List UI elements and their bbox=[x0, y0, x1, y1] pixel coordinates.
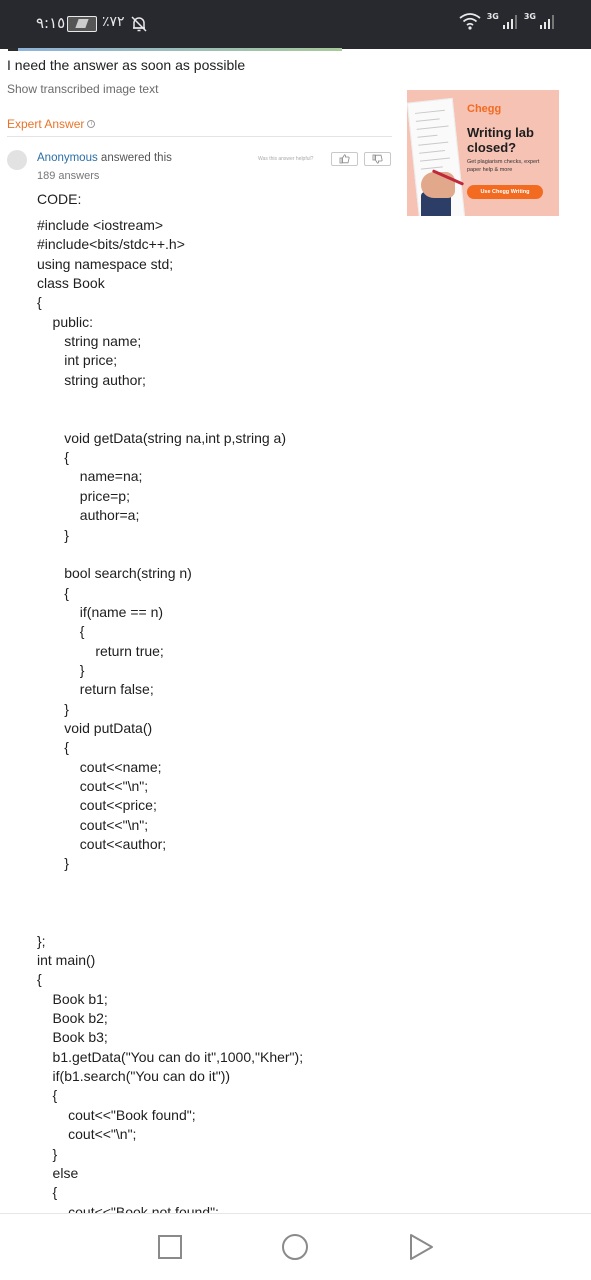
network-type-1: 3G bbox=[486, 12, 499, 21]
code-line: cout<<"Book not found"; bbox=[37, 1203, 219, 1213]
thumbs-up-button[interactable] bbox=[331, 152, 358, 166]
code-line: { bbox=[37, 739, 69, 756]
code-line: } bbox=[37, 661, 85, 678]
info-icon[interactable]: i bbox=[87, 120, 96, 128]
code-line: cout<<"\n"; bbox=[37, 816, 149, 833]
code-line: public: bbox=[37, 313, 94, 330]
code-line: Book b2; bbox=[37, 1010, 108, 1027]
ad-subtext: Get plagiarism checks, expert paper help… bbox=[467, 159, 540, 173]
code-line: }; bbox=[37, 932, 46, 949]
helpful-prompt: Was this answer helpful? bbox=[258, 156, 314, 162]
expert-answer-label: Expert Answer bbox=[7, 117, 85, 131]
code-line: { bbox=[37, 1184, 58, 1201]
code-line: name=na; bbox=[37, 468, 143, 485]
home-icon[interactable] bbox=[280, 1232, 310, 1262]
code-line: cout<<name; bbox=[37, 758, 162, 775]
battery-percent: ٪٧٢ bbox=[102, 14, 125, 30]
code-line: } bbox=[37, 855, 69, 872]
answerer-name[interactable]: Anonymous bbox=[37, 152, 98, 164]
chegg-logo: Chegg bbox=[467, 103, 502, 115]
code-line: { bbox=[37, 623, 85, 640]
code-line: void putData() bbox=[37, 719, 153, 736]
status-bar: ٩:١٥ ٪٧٢ 3G 3G bbox=[0, 0, 591, 49]
code-line: return true; bbox=[37, 642, 164, 659]
code-line: { bbox=[37, 294, 42, 311]
code-line: cout<<author; bbox=[37, 836, 167, 852]
code-line: } bbox=[37, 526, 69, 543]
code-line: Book b1; bbox=[37, 990, 108, 1007]
code-lines: #include <iostream> #include<bits/stdc++.… bbox=[37, 216, 397, 1213]
code-line: { bbox=[37, 1087, 58, 1104]
code-line: author=a; bbox=[37, 507, 140, 524]
ad-cta-button[interactable]: Use Chegg Writing bbox=[467, 185, 543, 199]
code-line: } bbox=[37, 700, 69, 717]
code-line: void getData(string na,int p,string a) bbox=[37, 429, 287, 446]
code-line: } bbox=[37, 1145, 58, 1162]
code-line: int price; bbox=[37, 352, 118, 369]
ad-headline: Writing lab closed? bbox=[467, 125, 534, 155]
code-line: return false; bbox=[37, 681, 154, 698]
answer-code: CODE: #include <iostream> #include<bits/s… bbox=[37, 190, 397, 1213]
chegg-ad[interactable]: Chegg Writing lab closed? Get plagiarism… bbox=[407, 90, 559, 216]
status-right-icons: 3G 3G bbox=[459, 12, 555, 30]
sim-card-icon bbox=[67, 16, 97, 32]
signal-strength-icon bbox=[502, 15, 517, 29]
code-line: class Book bbox=[37, 275, 105, 292]
code-line: string name; bbox=[37, 333, 142, 350]
code-line: Book b3; bbox=[37, 1029, 108, 1046]
expert-answer-heading: Expert Answer i bbox=[7, 117, 96, 131]
thumbs-down-icon bbox=[372, 154, 383, 164]
code-line: cout<<"\n"; bbox=[37, 777, 149, 794]
code-line: using namespace std; bbox=[37, 255, 174, 272]
code-line: cout<<"\n"; bbox=[37, 1126, 137, 1143]
signal-strength-icon-2 bbox=[540, 15, 554, 29]
code-line: bool search(string n) bbox=[37, 565, 192, 582]
code-line: int main() bbox=[37, 952, 96, 969]
code-title: CODE: bbox=[37, 191, 82, 207]
image-strip bbox=[8, 48, 342, 51]
thumbs-down-button[interactable] bbox=[364, 152, 391, 166]
code-line: { bbox=[37, 971, 42, 988]
code-line: if(name == n) bbox=[37, 603, 164, 620]
answerer-info: Anonymous answered this bbox=[37, 152, 172, 164]
code-line: #include <iostream> bbox=[37, 217, 164, 233]
divider bbox=[7, 136, 392, 137]
question-text: I need the answer as soon as possible bbox=[7, 57, 246, 73]
code-line: { bbox=[37, 449, 69, 466]
status-time: ٩:١٥ bbox=[36, 14, 66, 32]
network-type-2: 3G bbox=[523, 12, 536, 21]
notifications-muted-icon bbox=[131, 16, 147, 32]
answers-count: 189 answers bbox=[37, 170, 100, 182]
code-line: b1.getData("You can do it",1000,"Kher"); bbox=[37, 1048, 304, 1065]
back-icon[interactable] bbox=[406, 1232, 436, 1262]
avatar bbox=[7, 150, 27, 170]
code-line: else bbox=[37, 1164, 79, 1181]
code-line: string author; bbox=[37, 371, 146, 388]
thumbs-up-icon bbox=[339, 154, 350, 164]
answered-label: answered this bbox=[97, 152, 172, 164]
code-line: if(b1.search("You can do it")) bbox=[37, 1068, 231, 1085]
recent-apps-icon[interactable] bbox=[155, 1232, 185, 1262]
navigation-bar bbox=[0, 1213, 591, 1280]
wifi-icon bbox=[459, 13, 481, 30]
code-line: cout<<price; bbox=[37, 797, 157, 814]
code-line: cout<<"Book found"; bbox=[37, 1106, 196, 1123]
code-line: #include<bits/stdc++.h> bbox=[37, 236, 185, 253]
code-line: price=p; bbox=[37, 487, 130, 504]
code-line: { bbox=[37, 584, 69, 601]
show-transcribed-link[interactable]: Show transcribed image text bbox=[7, 82, 158, 96]
